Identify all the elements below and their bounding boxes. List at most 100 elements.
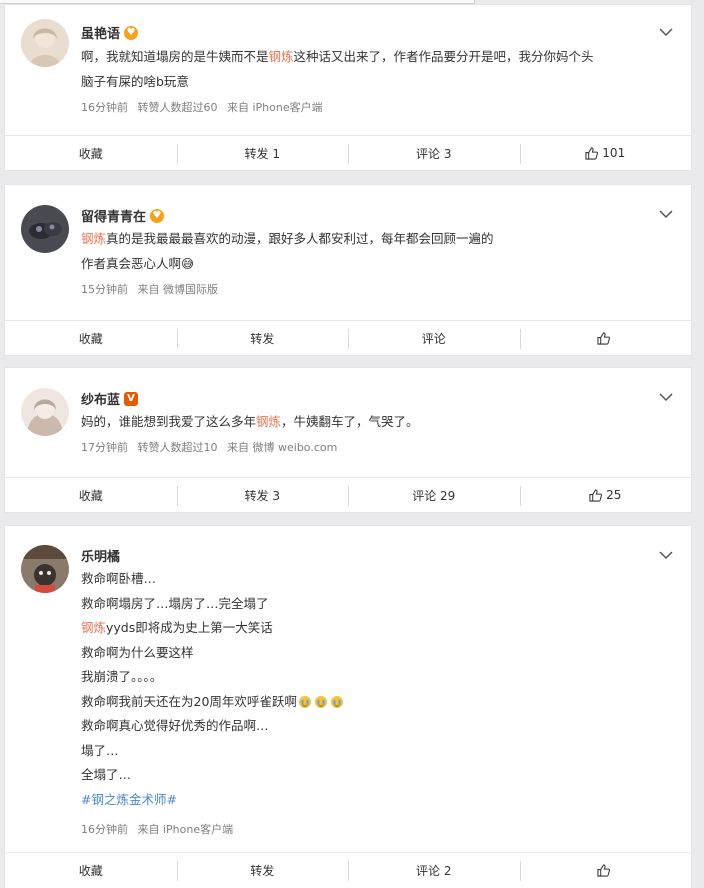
repost-button[interactable]: 转发 1 [176, 136, 349, 170]
comment-line: 脑子有屎的啥b玩意 [81, 73, 189, 89]
thumbs-up-icon [597, 331, 610, 345]
comment-button[interactable]: 评论 29 [348, 478, 520, 512]
keyword-highlight: 钢炼 [268, 49, 294, 64]
crying-emoji-icon [298, 696, 311, 708]
comment-line: 作者真会恶心人啊😅 [81, 255, 195, 271]
repost-like-count-note: 转赞人数超过10 [137, 441, 218, 454]
repost-label: 转发 [250, 331, 275, 346]
avatar[interactable] [21, 545, 69, 593]
chevron-down-icon[interactable] [659, 550, 673, 560]
chevron-down-icon[interactable] [659, 209, 673, 219]
source-client[interactable]: 来自 微博 weibo.com [227, 441, 337, 454]
like-button[interactable] [519, 853, 692, 887]
comment-meta: 17分钟前 转赞人数超过10 来自 微博 weibo.com [81, 439, 343, 455]
username-text[interactable]: 留得青青在 [81, 206, 146, 225]
like-button[interactable]: 25 [519, 478, 692, 512]
avatar[interactable] [21, 388, 69, 436]
comment-line-text: 救命啊我前天还在为20周年欢呼雀跃啊 [81, 693, 297, 709]
repost-button[interactable]: 转发 [176, 853, 349, 887]
username[interactable]: 乐明橘 [81, 546, 120, 565]
repost-label: 转发 3 [244, 488, 280, 503]
comment-button[interactable]: 评论 [348, 321, 520, 355]
avatar[interactable] [21, 205, 69, 253]
like-button[interactable]: 101 [519, 136, 692, 170]
source-client[interactable]: 来自 微博国际版 [138, 283, 219, 296]
comment-meta: 15分钟前 来自 微博国际版 [81, 281, 224, 297]
chevron-down-icon[interactable] [659, 392, 673, 402]
collect-label: 收藏 [78, 331, 103, 346]
username[interactable]: 纱布蓝 V [81, 389, 139, 408]
crying-emoji-icon [314, 696, 327, 708]
comment-button[interactable]: 评论 3 [348, 136, 520, 170]
collect-label: 收藏 [78, 863, 103, 878]
comment-meta: 16分钟前 转赞人数超过60 来自 iPhone客户端 [81, 99, 329, 115]
keyword-highlight: 钢炼 [81, 620, 107, 635]
heart-eyes-badge-icon: ♥ [124, 25, 139, 40]
comment-line: 救命啊塌房了…塌房了…完全塌了 [81, 595, 269, 611]
avatar[interactable] [21, 19, 69, 67]
repost-label: 转发 1 [244, 146, 280, 161]
username-text[interactable]: 虽艳语 [81, 23, 120, 42]
comment-label: 评论 [421, 331, 446, 346]
comment-card: 虽艳语 ♥ 啊，我就知道塌房的是牛姨而不是钢炼这种话又出来了，作者作品要分开是吧… [4, 4, 692, 171]
comment-line: 钢炼真的是我最最最喜欢的动漫，跟好多人都安利过，每年都会回顾一遍的 [81, 231, 494, 246]
like-button[interactable] [519, 321, 692, 355]
hashtag-text[interactable]: #钢之炼金术师# [81, 792, 177, 807]
comment-label: 评论 29 [412, 488, 456, 503]
thumbs-up-icon [585, 146, 599, 160]
thumbs-up-icon [597, 863, 610, 877]
repost-button[interactable]: 转发 [176, 321, 349, 355]
comment-line: 全塌了… [81, 767, 132, 782]
thumbs-up-icon [589, 488, 603, 502]
timestamp: 17分钟前 [81, 441, 128, 454]
comment-line: 我崩溃了。。。。 [81, 669, 163, 684]
comment-card: 乐明橘 救命啊卧槽… 救命啊塌房了…塌房了…完全塌了 钢炼yyds即将成为史上第… [4, 525, 692, 888]
comment-line: 救命啊我前天还在为20周年欢呼雀跃啊 [81, 690, 671, 715]
timestamp: 16分钟前 [81, 101, 128, 114]
heart-eyes-badge-icon: ♥ [150, 208, 165, 223]
source-client[interactable]: 来自 iPhone客户端 [227, 101, 323, 114]
collect-button[interactable]: 收藏 [5, 478, 177, 512]
username[interactable]: 留得青青在 ♥ [81, 206, 165, 225]
action-bar: 收藏 转发 评论 2 [5, 852, 691, 887]
comment-line: 妈的，谁能想到我爱了这么多年钢炼，牛姨翻车了，气哭了。 [81, 414, 419, 429]
comment-text: 钢炼真的是我最最最喜欢的动漫，跟好多人都安利过，每年都会回顾一遍的 作者真会恶心… [81, 227, 671, 276]
action-bar: 收藏 转发 1 评论 3 101 [5, 135, 691, 170]
comment-feed-page: 虽艳语 ♥ 啊，我就知道塌房的是牛姨而不是钢炼这种话又出来了，作者作品要分开是吧… [0, 0, 704, 888]
comment-text: 啊，我就知道塌房的是牛姨而不是钢炼这种话又出来了，作者作品要分开是吧，我分你妈个… [81, 45, 671, 94]
comment-line: 救命啊卧槽… [81, 571, 157, 586]
collect-label: 收藏 [78, 146, 103, 161]
like-count: 25 [606, 488, 622, 502]
comment-line: 啊，我就知道塌房的是牛姨而不是钢炼这种话又出来了，作者作品要分开是吧，我分你妈个… [81, 49, 594, 64]
comment-button[interactable]: 评论 2 [348, 853, 520, 887]
action-bar: 收藏 转发 3 评论 29 25 [5, 477, 691, 512]
comment-meta: 16分钟前 来自 iPhone客户端 [81, 821, 239, 837]
comment-label: 评论 2 [416, 863, 452, 878]
vip-badge-icon: V [124, 391, 139, 406]
action-bar: 收藏 转发 评论 [5, 320, 691, 355]
comment-card: 纱布蓝 V 妈的，谁能想到我爱了这么多年钢炼，牛姨翻车了，气哭了。 17分钟前 … [4, 367, 692, 513]
like-count: 101 [602, 146, 626, 160]
username-text[interactable]: 乐明橘 [81, 546, 120, 565]
timestamp: 16分钟前 [81, 823, 128, 836]
collect-button[interactable]: 收藏 [5, 136, 177, 170]
timestamp: 15分钟前 [81, 283, 128, 296]
hashtag-link[interactable]: #钢之炼金术师# [81, 788, 671, 813]
chevron-down-icon[interactable] [659, 27, 673, 37]
collect-button[interactable]: 收藏 [5, 853, 177, 887]
repost-label: 转发 [250, 863, 275, 878]
repost-button[interactable]: 转发 3 [176, 478, 349, 512]
comment-label: 评论 3 [416, 146, 452, 161]
comment-line: 塌了… [81, 742, 119, 758]
source-client[interactable]: 来自 iPhone客户端 [138, 823, 234, 836]
comment-line: 钢炼yyds即将成为史上第一大笑话 [81, 620, 273, 635]
comment-line: 救命啊为什么要这样 [81, 644, 194, 660]
crying-emoji-icon [330, 696, 343, 708]
keyword-highlight: 钢炼 [81, 231, 107, 246]
username[interactable]: 虽艳语 ♥ [81, 23, 139, 42]
repost-like-count-note: 转赞人数超过60 [137, 101, 218, 114]
collect-button[interactable]: 收藏 [5, 321, 177, 355]
comment-card: 留得青青在 ♥ 钢炼真的是我最最最喜欢的动漫，跟好多人都安利过，每年都会回顾一遍… [4, 184, 692, 356]
username-text[interactable]: 纱布蓝 [81, 389, 120, 408]
comment-line: 救命啊真心觉得好优秀的作品啊… [81, 718, 269, 733]
